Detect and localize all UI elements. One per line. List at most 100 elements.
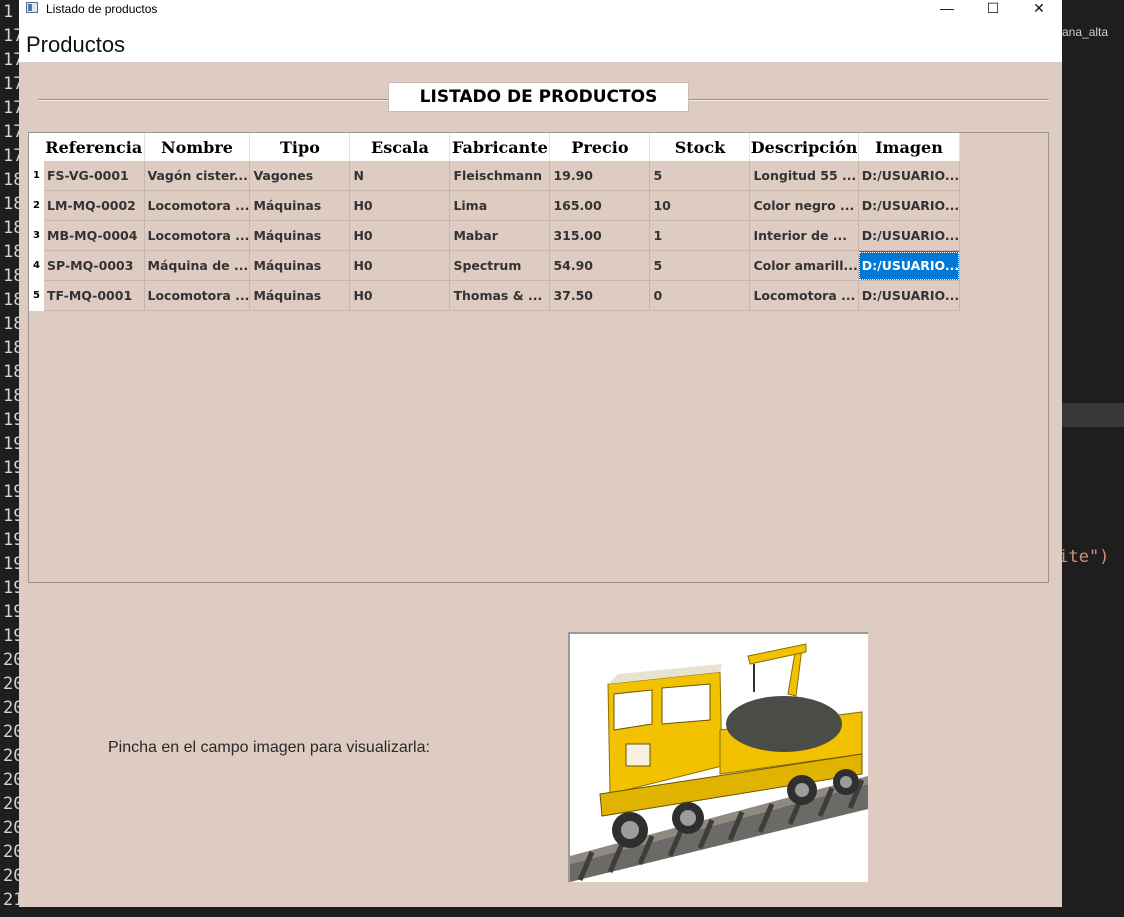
table-cell[interactable]: SP-MQ-0003 [44,250,145,281]
table-row[interactable]: 1 FS-VG-0001 Vagón cister... Vagones N Fleisc… [29,161,961,191]
column-header[interactable]: Fabricante [449,133,551,161]
maximize-button[interactable]: ☐ [970,0,1016,18]
section-title: LISTADO DE PRODUCTOS [388,82,689,112]
table-cell[interactable]: Thomas & ... [449,280,551,311]
line-number: 18 [3,194,19,214]
table-cell[interactable]: Vagón cister... [144,161,251,191]
table-cell[interactable]: 54.90 [549,250,651,281]
table-cell[interactable]: Locomotora ... [749,280,859,311]
table-cell[interactable]: 315.00 [549,220,651,251]
table-cell[interactable]: 5 [649,161,751,191]
table-cell[interactable]: H0 [349,220,451,251]
table-cell[interactable]: FS-VG-0001 [44,161,145,191]
products-table-container[interactable]: Referencia Nombre Tipo Escala Fabricante Prec… [28,132,1049,583]
code-fragment: hite") [1062,547,1110,567]
line-number: 19 [3,458,19,478]
table-cell[interactable]: D:/USUARIO... [858,161,961,191]
table-cell[interactable]: 10 [649,190,751,221]
column-header[interactable]: Tipo [249,133,351,161]
table-cell[interactable]: Locomotora ... [144,190,251,221]
column-header[interactable]: Imagen [858,133,961,161]
row-header[interactable]: 1 [29,161,44,191]
close-button[interactable]: ✕ [1016,0,1062,18]
table-corner-button[interactable] [29,133,44,161]
current-line-highlight [1062,403,1124,427]
table-cell[interactable]: Máquinas [249,250,351,281]
table-cell[interactable]: Fleischmann [449,161,551,191]
table-row[interactable]: 4 SP-MQ-0003 Máquina de ... Máquinas H0 Spect… [29,250,961,281]
column-header[interactable]: Stock [649,133,751,161]
column-header[interactable]: Precio [549,133,651,161]
row-header[interactable]: 5 [29,280,44,311]
column-header[interactable]: Referencia [44,133,145,161]
table-cell[interactable]: Locomotora ... [144,280,251,311]
main-content: LISTADO DE PRODUCTOS Referencia Nombre Tip… [19,62,1062,907]
background-editor-gutter: 1 17 17 17 17 17 17 18 18 18 18 18 18 18 18 18 18 19 19 19 1… [0,0,19,917]
table-cell[interactable]: Longitud 55 ... [749,161,859,191]
line-number: 19 [3,410,19,430]
table-cell[interactable]: MB-MQ-0004 [44,220,145,251]
table-cell[interactable]: Máquinas [249,220,351,251]
table-cell[interactable]: D:/USUARIO... [858,220,961,251]
line-number: 20 [3,770,19,790]
column-header[interactable]: Descripción [749,133,859,161]
table-cell[interactable]: H0 [349,250,451,281]
table-cell[interactable]: Interior de ... [749,220,859,251]
table-row[interactable]: 2 LM-MQ-0002 Locomotora ... Máquinas H0 Lima 1… [29,190,961,221]
table-cell[interactable]: 5 [649,250,751,281]
row-header[interactable]: 2 [29,190,44,221]
table-cell[interactable]: Máquina de ... [144,250,251,281]
table-cell[interactable]: Color negro ... [749,190,859,221]
line-number: 19 [3,530,19,550]
line-number: 17 [3,98,19,118]
table-header-row: Referencia Nombre Tipo Escala Fabricante Prec… [29,133,961,161]
table-cell[interactable]: N [349,161,451,191]
row-header[interactable]: 4 [29,250,44,281]
line-number: 19 [3,506,19,526]
table-cell[interactable]: D:/USUARIO... [858,190,961,221]
editor-bottom-strip [0,907,1124,917]
line-number: 18 [3,386,19,406]
table-cell[interactable]: Máquinas [249,280,351,311]
line-number: 1 [3,2,14,22]
table-cell[interactable]: 1 [649,220,751,251]
table-cell[interactable]: 165.00 [549,190,651,221]
table-cell[interactable]: Máquinas [249,190,351,221]
table-row[interactable]: 3 MB-MQ-0004 Locomotora ... Máquinas H0 Mabar… [29,220,961,251]
column-header[interactable]: Nombre [144,133,251,161]
table-cell[interactable]: 0 [649,280,751,311]
table-cell[interactable]: 19.90 [549,161,651,191]
line-number: 17 [3,26,19,46]
title-bar[interactable]: Listado de productos — ☐ ✕ [19,0,1062,18]
table-cell[interactable]: Mabar [449,220,551,251]
product-image [568,632,868,882]
app-icon [26,2,38,13]
line-number: 19 [3,482,19,502]
line-number: 20 [3,818,19,838]
minimize-button[interactable]: — [924,0,970,18]
editor-tab[interactable]: ana_alta [1062,22,1124,42]
table-row[interactable]: 5 TF-MQ-0001 Locomotora ... Máquinas H0 Thoma… [29,280,961,311]
table-cell[interactable]: 37.50 [549,280,651,311]
table-cell[interactable]: TF-MQ-0001 [44,280,145,311]
table-cell[interactable]: D:/USUARIO... [858,250,961,281]
line-number: 18 [3,266,19,286]
table-cell[interactable]: H0 [349,280,451,311]
row-header[interactable]: 3 [29,220,44,251]
table-cell[interactable]: Lima [449,190,551,221]
table-cell[interactable]: H0 [349,190,451,221]
table-cell[interactable]: Vagones [249,161,351,191]
line-number: 20 [3,794,19,814]
right-divider [689,99,1049,101]
table-cell[interactable]: D:/USUARIO... [858,280,961,311]
table-cell[interactable]: Locomotora ... [144,220,251,251]
line-number: 20 [3,650,19,670]
column-header[interactable]: Escala [349,133,451,161]
table-cell[interactable]: Spectrum [449,250,551,281]
table-cell[interactable]: Color amarill... [749,250,859,281]
table-cell[interactable]: LM-MQ-0002 [44,190,145,221]
products-table[interactable]: Referencia Nombre Tipo Escala Fabricante Prec… [29,133,961,311]
line-number: 20 [3,746,19,766]
line-number: 19 [3,602,19,622]
line-number: 17 [3,146,19,166]
